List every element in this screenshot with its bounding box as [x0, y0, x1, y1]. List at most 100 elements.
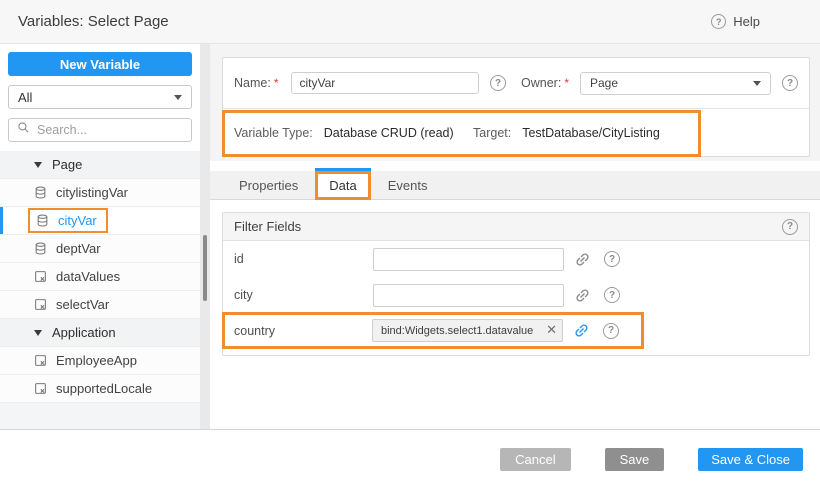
tree-section-page[interactable]: Page [0, 151, 200, 179]
variable-type-row: Variable Type: Database CRUD (read) Targ… [223, 108, 809, 157]
tree-item-supportedlocale[interactable]: supportedLocale [0, 375, 200, 403]
tree-item-selectvar[interactable]: selectVar [0, 291, 200, 319]
tree-item-employeeapp[interactable]: EmployeeApp [0, 347, 200, 375]
country-field-input[interactable] [372, 319, 563, 342]
filter-row-id: id ? [223, 241, 809, 277]
name-label: Name:* [234, 76, 279, 90]
save-button[interactable]: Save [605, 448, 665, 471]
tree-item-deptvar[interactable]: deptVar [0, 235, 200, 263]
cancel-button[interactable]: Cancel [500, 448, 570, 471]
tree-item-label: supportedLocale [56, 381, 152, 396]
filter-input-wrap [373, 248, 564, 271]
variable-detail-pane: Name:* ? Owner:* Page ? Va [210, 44, 820, 429]
tree-section-label: Page [52, 157, 82, 172]
tree-item-cityvar[interactable]: cityVar [0, 207, 200, 235]
collapse-arrow-icon [34, 330, 42, 336]
filter-input-wrap [373, 284, 564, 307]
variable-icon [34, 354, 47, 367]
tree-section-label: Application [52, 325, 116, 340]
target-label: Target: [473, 126, 511, 140]
clear-binding-icon[interactable]: ✕ [546, 323, 557, 336]
owner-dropdown[interactable]: Page [580, 72, 771, 95]
variables-sidebar: New Variable All Page citylistingVar [0, 44, 200, 429]
database-icon [34, 186, 47, 199]
target-group: Target: TestDatabase/CityListing [473, 126, 660, 140]
owner-value: Page [590, 76, 618, 90]
scrollbar-thumb[interactable] [203, 235, 207, 301]
field-help-icon[interactable]: ? [603, 323, 619, 339]
chevron-down-icon [753, 81, 761, 86]
field-help-icon[interactable]: ? [604, 287, 620, 303]
filter-row-country: country ✕ ? [222, 312, 644, 349]
filter-fields-help-icon[interactable]: ? [782, 219, 798, 235]
tree-item-label: EmployeeApp [56, 353, 137, 368]
save-and-close-button[interactable]: Save & Close [698, 448, 803, 471]
page-title: Variables: Select Page [18, 13, 169, 30]
search-box [8, 118, 192, 142]
chevron-down-icon [174, 95, 182, 100]
filter-field-label: city [234, 288, 373, 302]
variable-summary-area: Name:* ? Owner:* Page ? Va [210, 44, 820, 161]
required-asterisk: * [274, 76, 279, 90]
owner-help-icon[interactable]: ? [782, 75, 798, 91]
filter-fields-header: Filter Fields ? [223, 213, 809, 241]
tree-item-datavalues[interactable]: dataValues [0, 263, 200, 291]
tree-filler [0, 403, 200, 429]
required-asterisk: * [564, 76, 569, 90]
search-input[interactable] [37, 123, 177, 137]
selected-indicator [0, 207, 3, 234]
tab-properties[interactable]: Properties [222, 171, 315, 199]
tree-section-application[interactable]: Application [0, 319, 200, 347]
bind-link-icon[interactable] [570, 247, 594, 271]
new-variable-button[interactable]: New Variable [8, 52, 192, 76]
variable-type-label: Variable Type: [234, 126, 313, 140]
data-tab-content: Filter Fields ? id ? city [210, 200, 820, 356]
owner-label: Owner:* [521, 76, 569, 90]
name-owner-row: Name:* ? Owner:* Page ? [223, 58, 809, 108]
filter-fields-panel: Filter Fields ? id ? city [222, 212, 810, 356]
tab-events[interactable]: Events [371, 171, 445, 199]
filter-fields-title: Filter Fields [234, 219, 301, 234]
tree-item-label: citylistingVar [56, 185, 128, 200]
tree-item-label: dataValues [56, 269, 120, 284]
database-icon [36, 214, 49, 227]
variables-dialog: Variables: Select Page ? Help New Variab… [0, 0, 820, 487]
target-value: TestDatabase/CityListing [522, 126, 660, 140]
variable-filter-value: All [18, 90, 32, 105]
collapse-arrow-icon [34, 162, 42, 168]
tree-item-label: deptVar [56, 241, 101, 256]
variable-filter-dropdown[interactable]: All [8, 85, 192, 109]
field-help-icon[interactable]: ? [604, 251, 620, 267]
variable-icon [34, 382, 47, 395]
filter-input-wrap: ✕ [372, 319, 563, 342]
dialog-footer: Cancel Save Save & Close [0, 429, 820, 487]
city-field-input[interactable] [373, 284, 564, 307]
tree-item-label: cityVar [58, 213, 97, 228]
name-help-icon[interactable]: ? [490, 75, 506, 91]
variable-type-value: Database CRUD (read) [324, 126, 454, 140]
bind-link-icon[interactable] [570, 283, 594, 307]
help-button[interactable]: ? Help [711, 14, 760, 29]
database-icon [34, 242, 47, 255]
filter-row-city: city ? [223, 277, 809, 313]
owner-group: Owner:* Page ? [521, 72, 798, 95]
dialog-header: Variables: Select Page ? Help [0, 0, 820, 44]
help-icon: ? [711, 14, 726, 29]
variable-summary-panel: Name:* ? Owner:* Page ? Va [222, 57, 810, 157]
search-icon [17, 121, 30, 139]
filter-field-label: country [234, 324, 372, 338]
tab-data[interactable]: Data [315, 171, 370, 200]
variable-icon [34, 270, 47, 283]
filter-field-label: id [234, 252, 373, 266]
tab-bar: Properties Data Events [210, 171, 820, 200]
tree-item-citylistingvar[interactable]: citylistingVar [0, 179, 200, 207]
variable-icon [34, 298, 47, 311]
name-input[interactable] [291, 72, 480, 94]
variable-type-group: Variable Type: Database CRUD (read) [234, 126, 473, 140]
help-label: Help [733, 14, 760, 29]
id-field-input[interactable] [373, 248, 564, 271]
variables-tree: Page citylistingVar cityVar [0, 151, 200, 429]
scrollbar-track [200, 44, 210, 429]
tree-item-label: selectVar [56, 297, 109, 312]
bind-link-icon-active[interactable] [569, 318, 593, 342]
